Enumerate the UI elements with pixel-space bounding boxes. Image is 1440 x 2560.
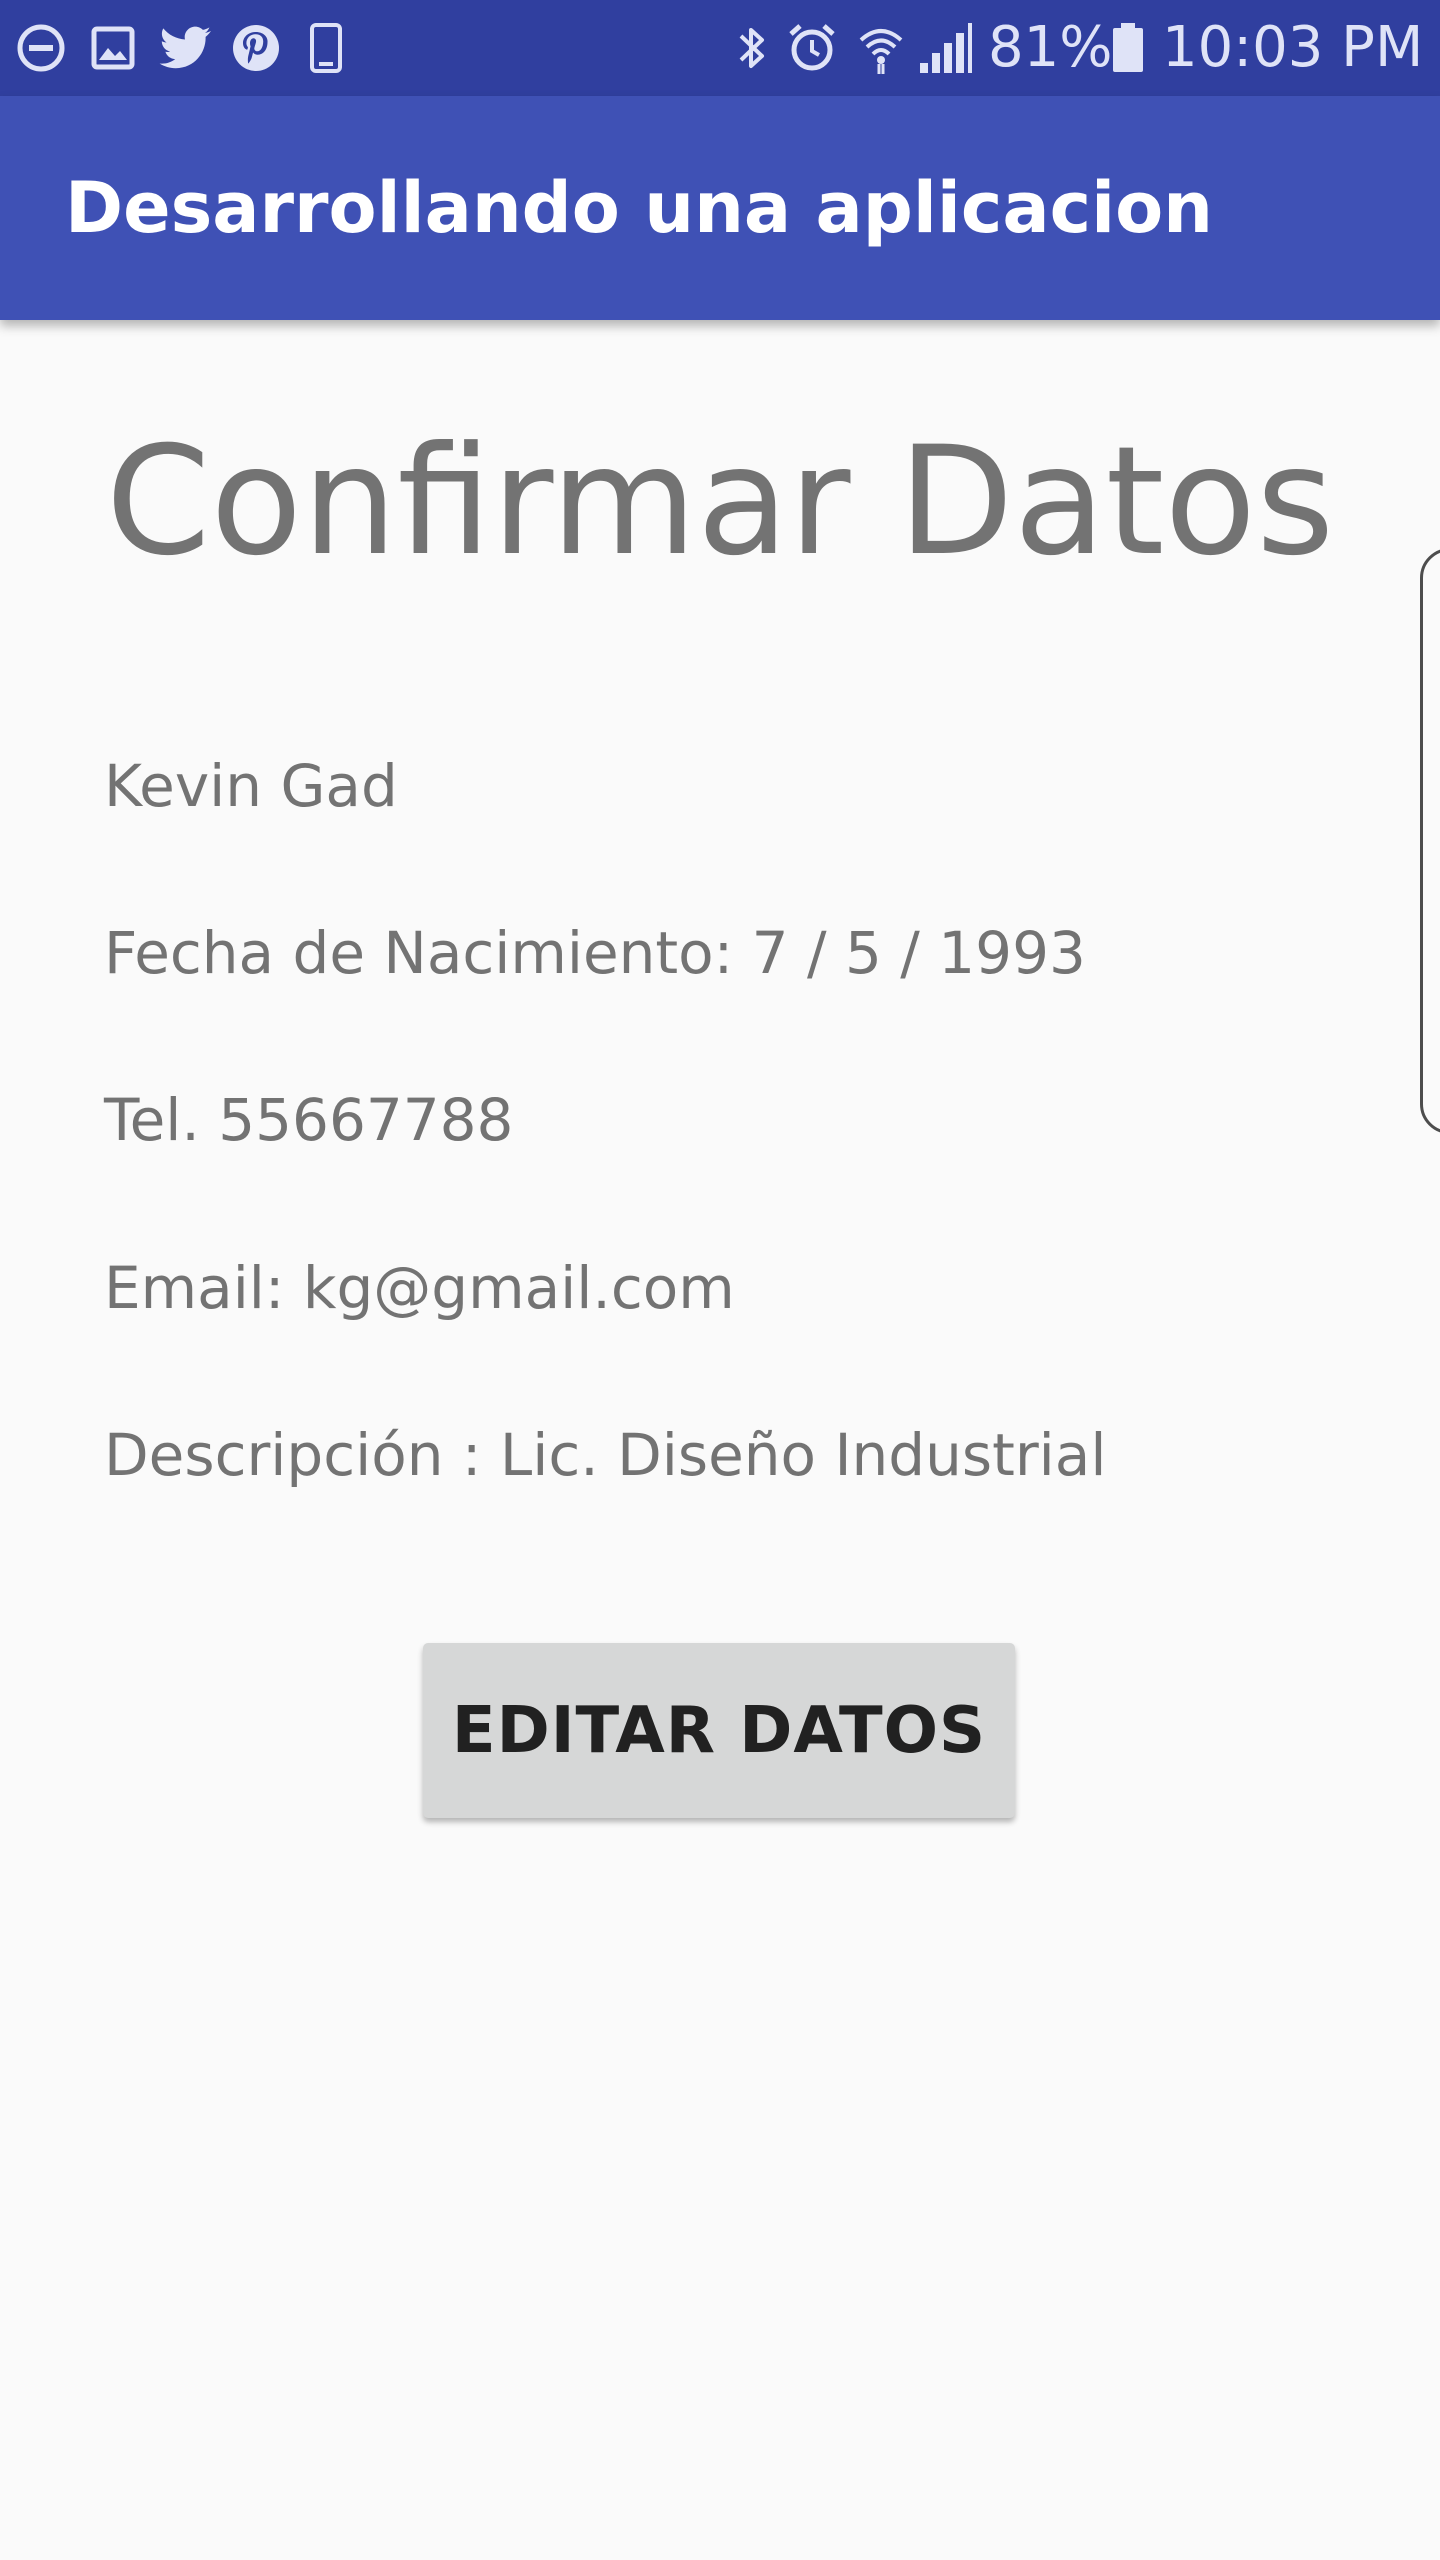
- edit-data-button-label: EDITAR DATOS: [451, 1693, 987, 1768]
- gallery-icon: [88, 0, 138, 96]
- app-bar: Desarrollando una aplicacion: [0, 96, 1440, 320]
- phone-text: Tel. 55667788: [104, 1086, 514, 1154]
- alarm-icon: [784, 0, 840, 96]
- status-bar: 81% 10:03 PM: [0, 0, 1440, 96]
- description-text: Descripción : Lic. Diseño Industrial: [104, 1421, 1107, 1489]
- twitter-icon: [158, 0, 214, 96]
- bluetooth-icon: [730, 0, 774, 96]
- email-text: Email: kg@gmail.com: [104, 1254, 735, 1322]
- battery-percent: 81%: [988, 15, 1113, 80]
- page-title: Confirmar Datos: [105, 415, 1335, 589]
- wifi-icon: [856, 0, 906, 96]
- edge-panel-handle[interactable]: [1420, 548, 1440, 1134]
- battery-icon: [1108, 0, 1148, 96]
- birth-date-text: Fecha de Nacimiento: 7 / 5 / 1993: [104, 919, 1086, 987]
- screen: 81% 10:03 PM Desarrollando una aplicacio…: [0, 0, 1440, 2560]
- app-title: Desarrollando una aplicacion: [65, 167, 1213, 249]
- pinterest-icon: [228, 0, 284, 96]
- do-not-disturb-icon: [14, 0, 68, 96]
- name-text: Kevin Gad: [104, 752, 398, 820]
- phone-icon: [306, 0, 346, 96]
- status-time: 10:03 PM: [1162, 15, 1424, 80]
- signal-icon: [916, 0, 974, 96]
- edit-data-button[interactable]: EDITAR DATOS: [423, 1643, 1015, 1818]
